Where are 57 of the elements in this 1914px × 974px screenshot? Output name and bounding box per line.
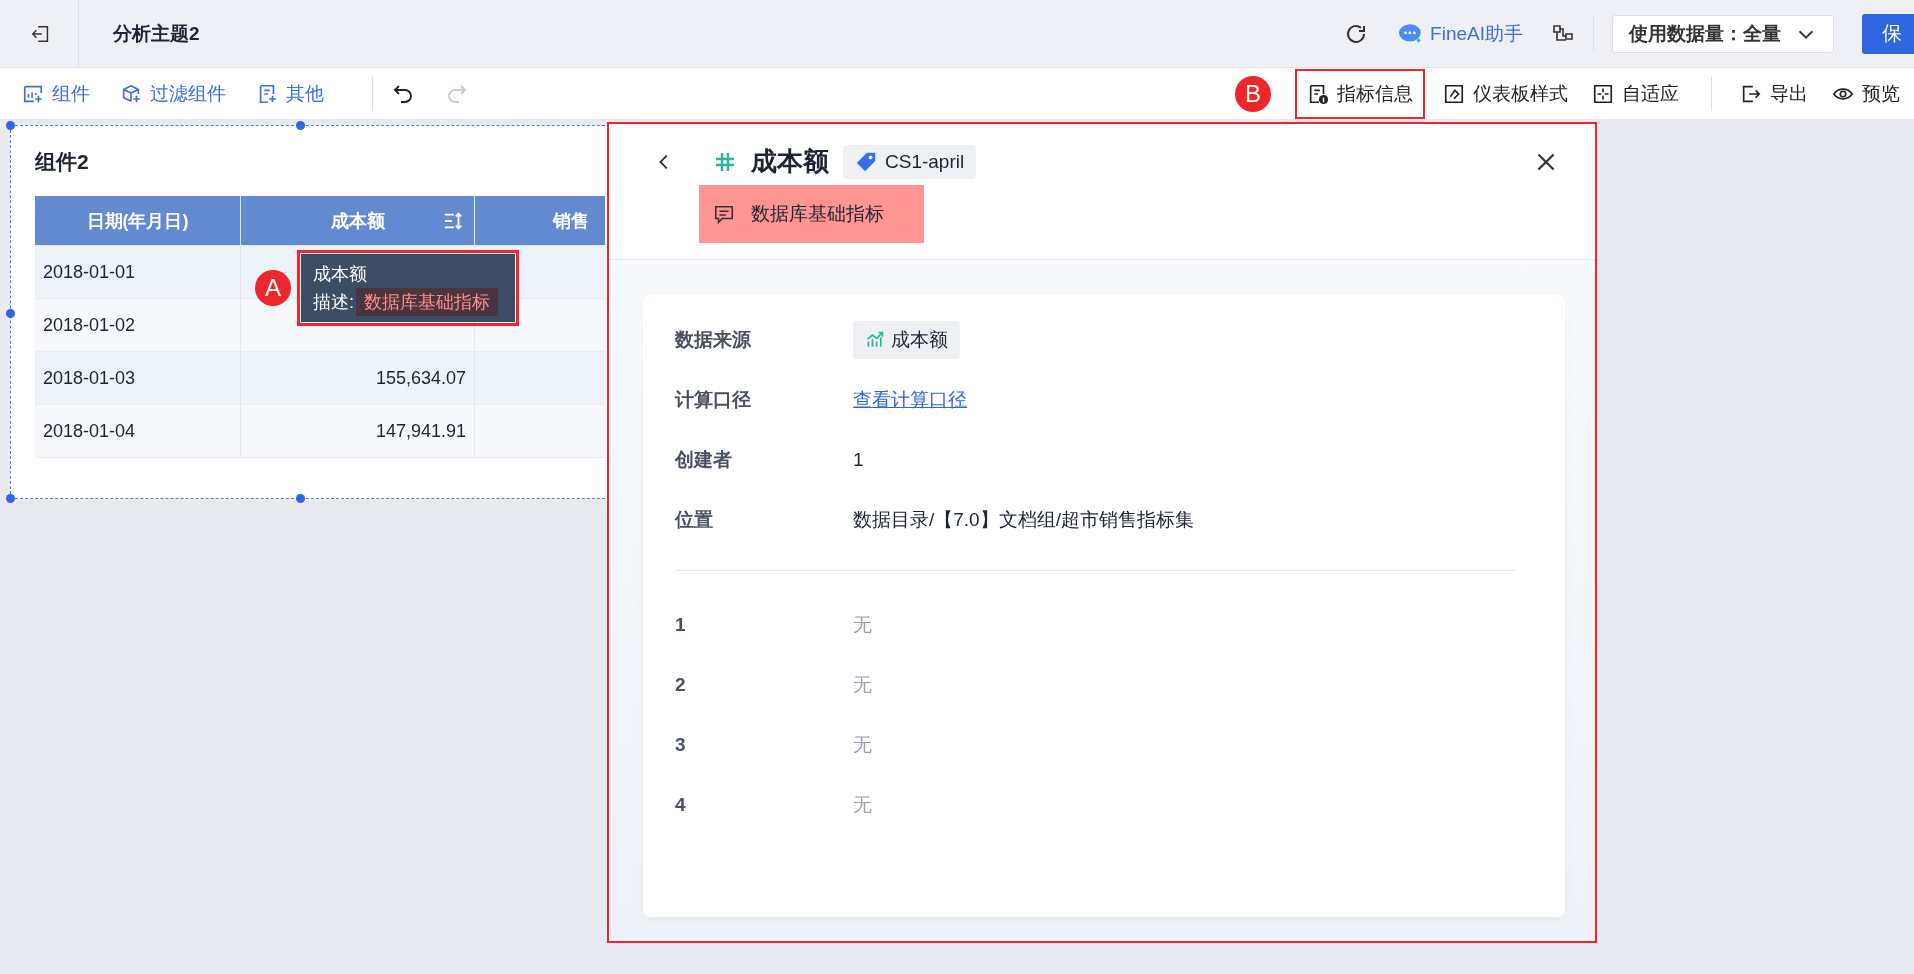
toolbar-button[interactable]: 组件 bbox=[22, 68, 90, 119]
metric-description: 数据库基础指标 bbox=[699, 185, 924, 243]
field-label: 1 bbox=[675, 614, 687, 636]
dashboard-title: 分析主题2 bbox=[113, 21, 200, 46]
tooltip-description: 数据库基础指标 bbox=[356, 288, 498, 316]
sort-icon[interactable] bbox=[442, 209, 464, 232]
field-value: 无 bbox=[853, 733, 872, 757]
annotation-marker: B bbox=[1235, 75, 1271, 112]
widget-title: 组件2 bbox=[35, 149, 90, 175]
metric-title: 成本额 bbox=[751, 145, 829, 178]
toolbar-button[interactable]: 其他 bbox=[256, 68, 324, 119]
assistant-button[interactable]: FineAI助手 bbox=[1398, 20, 1523, 47]
tooltip-label: 描述: bbox=[313, 291, 354, 314]
toolbar-button[interactable]: 过滤组件 bbox=[120, 68, 226, 119]
tooltip-title: 成本额 bbox=[313, 263, 368, 286]
comment-icon bbox=[713, 203, 735, 225]
field-value: 数据目录/【7.0】文档组/超市销售指标集 bbox=[853, 508, 1194, 532]
toolbar-button[interactable]: 导出 bbox=[1730, 68, 1818, 119]
field-label: 创建者 bbox=[675, 448, 733, 472]
resize-handle[interactable] bbox=[6, 121, 15, 130]
source-chip[interactable]: 成本额 bbox=[853, 321, 960, 359]
tag-icon bbox=[855, 150, 877, 173]
info-document-icon bbox=[1307, 82, 1329, 105]
column-header[interactable]: 成本额 bbox=[241, 196, 475, 245]
column-header[interactable]: 日期(年月日) bbox=[35, 196, 241, 245]
field-label: 计算口径 bbox=[675, 388, 752, 412]
toolbar-button[interactable]: 预览 bbox=[1822, 68, 1910, 119]
table-cell: 2018-01-03 bbox=[35, 352, 241, 404]
save-button[interactable]: 保 bbox=[1862, 13, 1914, 54]
resize-handle[interactable] bbox=[6, 309, 15, 318]
resize-handle[interactable] bbox=[296, 121, 305, 130]
cube-add-icon bbox=[120, 82, 142, 105]
table-cell: 2018-01-01 bbox=[35, 246, 241, 298]
bar-chart-icon bbox=[865, 330, 885, 350]
field-value: 无 bbox=[853, 613, 872, 637]
field-label: 位置 bbox=[675, 508, 714, 532]
field-value: 无 bbox=[853, 673, 872, 697]
field-label: 4 bbox=[675, 794, 687, 816]
table-cell: 2018-01-04 bbox=[35, 405, 241, 457]
table-cell: 2018-01-02 bbox=[35, 299, 241, 351]
data-volume-select[interactable]: 使用数据量：全量 bbox=[1612, 14, 1834, 53]
field-label: 2 bbox=[675, 674, 687, 696]
field-label: 数据来源 bbox=[675, 328, 752, 352]
column-header[interactable]: 销售 bbox=[475, 196, 605, 245]
table-cell: 155,634.07 bbox=[241, 352, 475, 404]
toolbar-button[interactable]: 自适应 bbox=[1582, 68, 1689, 119]
formula-link[interactable]: 查看计算口径 bbox=[853, 387, 967, 413]
table-cell: 147,941.91 bbox=[241, 405, 475, 457]
field-label: 3 bbox=[675, 734, 687, 756]
field-value: 1 bbox=[853, 449, 864, 471]
metric-tag: CS1-april bbox=[843, 144, 977, 179]
toolbar-button[interactable]: 仪表板样式 bbox=[1433, 68, 1578, 119]
toolbar-button[interactable]: 指标信息 bbox=[1295, 68, 1425, 119]
field-value: 无 bbox=[853, 793, 872, 817]
resize-handle[interactable] bbox=[6, 494, 15, 503]
resize-handle[interactable] bbox=[296, 494, 305, 503]
fit-grid-icon bbox=[1592, 82, 1614, 105]
